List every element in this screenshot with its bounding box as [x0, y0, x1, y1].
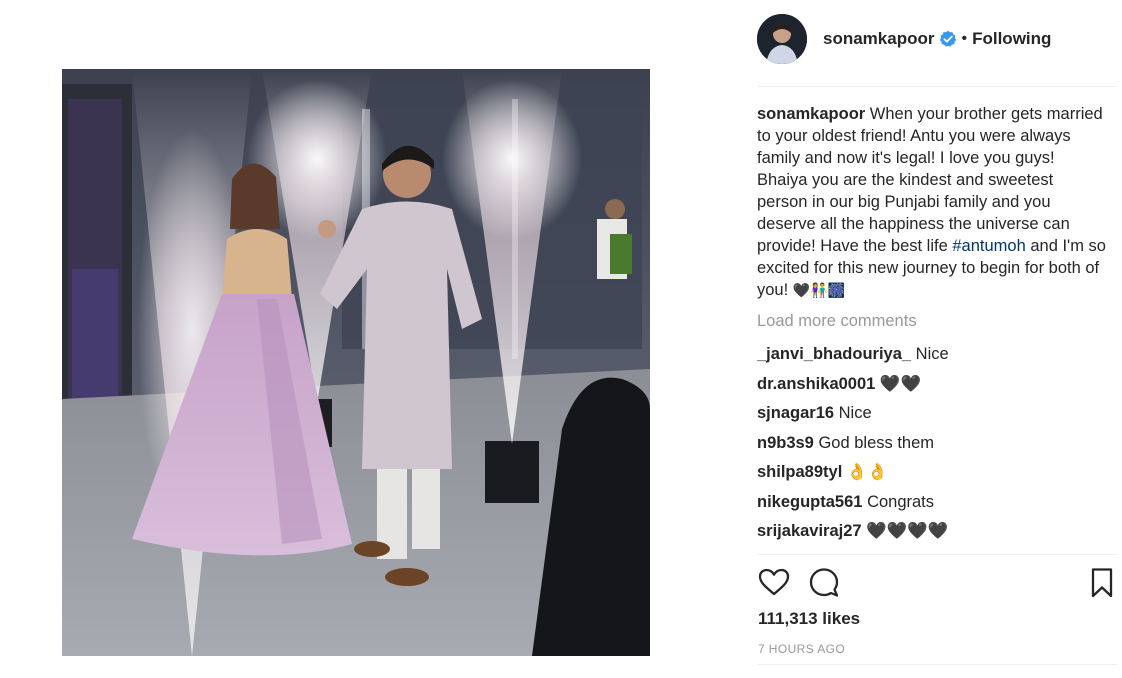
post-actions [757, 566, 1117, 600]
avatar-image [757, 14, 807, 64]
comment-username[interactable]: _janvi_bhadouriya_ [757, 345, 911, 363]
post-timestamp[interactable]: 7 HOURS AGO [758, 642, 845, 656]
comment-item: shilpa89tyl 👌👌 [757, 461, 1117, 491]
post-photo[interactable] [62, 69, 650, 656]
speech-bubble-icon [809, 568, 839, 597]
comment-text: 👌👌 [846, 463, 888, 481]
post-caption: sonamkapoor When your brother gets marri… [757, 103, 1107, 301]
comment-text: 🖤🖤 [879, 374, 922, 393]
comment-username[interactable]: nikegupta561 [757, 493, 862, 511]
bookmark-icon [1091, 568, 1113, 598]
load-more-comments-button[interactable]: Load more comments [757, 312, 917, 331]
header-separator: • [961, 30, 968, 47]
comment-item: n9b3s9 God bless them [757, 432, 1117, 462]
caption-text: When your brother gets married to your o… [757, 105, 1103, 255]
comment-username[interactable]: sjnagar16 [757, 404, 834, 422]
comment-username[interactable]: shilpa89tyl [757, 463, 842, 481]
post-details-panel: sonamkapoor • Following sonamkapoor When… [757, 0, 1117, 678]
comment-item: nikegupta561 Congrats [757, 491, 1117, 521]
comment-item: _janvi_bhadouriya_ Nice [757, 343, 1117, 373]
caption-username[interactable]: sonamkapoor [757, 105, 865, 123]
comment-item: dr.anshika0001 🖤🖤 [757, 373, 1117, 403]
save-button[interactable] [1085, 566, 1119, 600]
bottom-divider [757, 664, 1117, 665]
comment-username[interactable]: srijakaviraj27 [757, 522, 862, 540]
profile-avatar[interactable] [757, 14, 807, 64]
header-divider [757, 86, 1117, 87]
comment-text: Nice [915, 345, 949, 363]
following-button[interactable]: Following [972, 29, 1051, 49]
comment-username[interactable]: dr.anshika0001 [757, 375, 875, 393]
likes-count[interactable]: 111,313 likes [758, 609, 860, 629]
actions-divider [757, 554, 1117, 555]
comment-item: sjnagar16 Nice [757, 402, 1117, 432]
comment-text: 🖤🖤🖤🖤 [866, 522, 949, 540]
comment-item: srijakaviraj27 🖤🖤🖤🖤 [757, 520, 1117, 550]
comment-text: Nice [838, 404, 872, 422]
header-username[interactable]: sonamkapoor [823, 29, 934, 49]
comment-text: Congrats [867, 492, 935, 511]
like-button[interactable] [757, 566, 791, 600]
comment-username[interactable]: n9b3s9 [757, 434, 814, 452]
comment-button[interactable] [807, 566, 841, 600]
comment-text: God bless them [818, 433, 935, 452]
comment-list: _janvi_bhadouriya_ Nice dr.anshika0001 🖤… [757, 343, 1117, 553]
caption-hashtag[interactable]: #antumoh [952, 237, 1025, 255]
verified-badge-icon [940, 30, 957, 47]
post-photo-illustration [62, 69, 650, 656]
heart-outline-icon [758, 568, 790, 596]
post-header: sonamkapoor • Following [757, 12, 1117, 66]
caption-emojis: 🖤👫🎆 [792, 282, 846, 298]
